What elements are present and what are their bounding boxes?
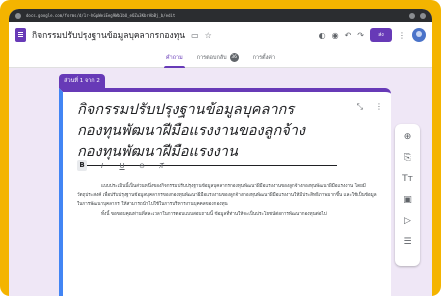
bookmark-icon[interactable] [409,12,415,19]
add-image-icon[interactable]: ▣ [403,195,412,206]
tab-bar: คำถาม การตอบกลับ 36 การตั้งค่า [9,48,432,68]
form-title[interactable]: กิจกรรมปรับปรุงฐานข้อมูลบุคลากรกองทุน [32,28,185,42]
url-text[interactable]: docs.google.com/forms/d/1r-hGpWeiEeg9Wb1… [26,13,404,18]
add-title-icon[interactable]: Tт [402,174,413,185]
description-paragraph-1: แบบประเมินนี้เป็นส่วนหนึ่งของกิจกรรมปรับ… [77,184,377,208]
tab-questions[interactable]: คำถาม [163,48,185,68]
responses-count-badge: 36 [229,53,239,62]
collapse-icon[interactable]: ⤡ [357,102,363,112]
star-icon[interactable]: ☆ [205,31,212,40]
reload-icon[interactable] [15,12,21,19]
bold-button[interactable]: B [77,160,87,171]
floating-toolbar: ⊕ ⎘ Tт ▣ ▷ ☰ [395,124,420,266]
description-paragraph-2: ทั้งนี้ ขอขอบคุณท่านที่สละเวลาในการตอบแบ… [101,211,327,217]
add-section-icon[interactable]: ☰ [403,237,411,248]
more-vert-icon[interactable]: ⋮ [398,31,406,40]
tab-responses[interactable]: การตอบกลับ 36 [195,48,241,68]
extensions-icon[interactable] [420,12,426,19]
add-video-icon[interactable]: ▷ [404,216,411,227]
app-header: กิจกรรมปรับปรุงฐานข้อมูลบุคลากรกองทุน ▭ … [9,22,432,48]
import-questions-icon[interactable]: ⎘ [404,153,411,164]
preview-eye-icon[interactable]: ◉ [332,31,339,40]
clear-format-button[interactable]: T̸ [157,162,167,170]
underline-button[interactable]: U [117,162,127,170]
folder-icon[interactable]: ▭ [191,31,199,40]
tab-settings[interactable]: การตั้งค่า [251,48,277,68]
add-question-icon[interactable]: ⊕ [404,132,412,143]
browser-bar: docs.google.com/forms/d/1r-hGpWeiEeg9Wb1… [9,9,432,22]
tab-responses-label: การตอบกลับ [196,54,227,61]
undo-icon[interactable]: ↶ [345,31,352,40]
section-header-card[interactable]: กิจกรรมปรับปรุงฐานข้อมูลบุคลากรกองทุนพัฒ… [59,88,391,296]
link-button[interactable]: ⊝ [137,162,147,170]
device-frame: docs.google.com/forms/d/1r-hGpWeiEeg9Wb1… [0,0,441,296]
palette-icon[interactable]: ◐ [319,31,326,40]
card-actions: ⤡ ⋮ [357,102,383,112]
redo-icon[interactable]: ↷ [357,31,364,40]
tab-questions-label: คำถาม [165,54,183,61]
section-title-input[interactable]: กิจกรรมปรับปรุงฐานข้อมูลบุคลากรกองทุนพัฒ… [77,100,337,166]
more-vert-icon[interactable]: ⋮ [375,102,383,112]
forms-logo-icon[interactable] [15,28,26,42]
format-toolbar: B I U ⊝ T̸ [77,160,167,171]
tab-settings-label: การตั้งค่า [252,54,276,61]
avatar[interactable] [412,28,426,42]
section-indicator: ส่วนที่ 1 จาก 2 [59,74,105,88]
send-button[interactable]: ส่ง [370,28,392,42]
screen: docs.google.com/forms/d/1r-hGpWeiEeg9Wb1… [9,9,432,296]
section-description[interactable]: แบบประเมินนี้เป็นส่วนหนึ่งของกิจกรรมปรับ… [77,182,377,219]
italic-button[interactable]: I [97,162,107,170]
